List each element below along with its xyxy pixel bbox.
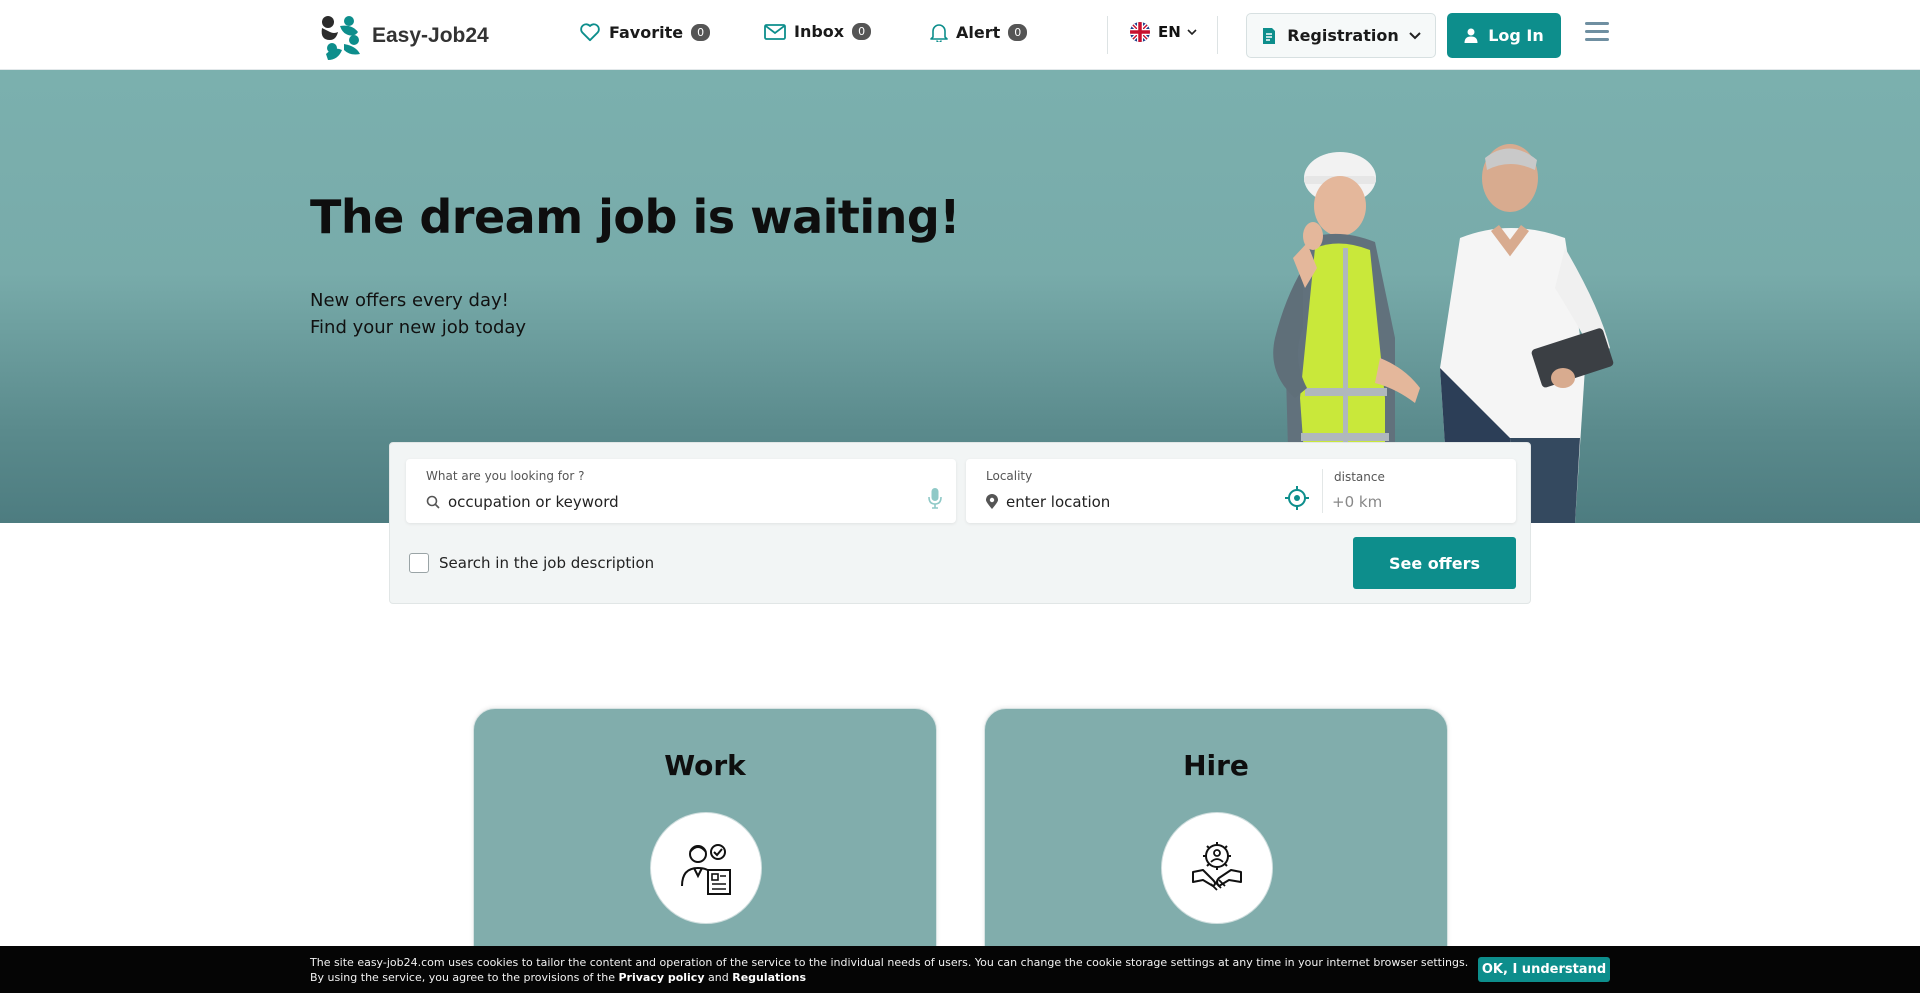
geolocate-crosshair-icon[interactable] — [1284, 485, 1310, 511]
nav-alert[interactable]: Alert 0 — [930, 22, 1028, 42]
login-label: Log In — [1488, 26, 1544, 45]
brand-name: Easy-Job24 — [372, 24, 489, 47]
cookie-accept-button[interactable]: OK, I understand — [1478, 957, 1610, 982]
job-description-checkbox-label: Search in the job description — [439, 554, 655, 572]
cookie-consent-text: The site easy-job24.com uses cookies to … — [310, 956, 1469, 984]
keyword-search-field[interactable]: What are you looking for ? occupation or… — [406, 459, 956, 523]
distance-input[interactable]: +0 km — [1332, 493, 1382, 511]
nav-inbox-label: Inbox — [794, 22, 845, 41]
location-input[interactable]: enter location — [1006, 493, 1110, 511]
location-pin-icon — [986, 494, 998, 509]
keyword-input[interactable]: occupation or keyword — [448, 493, 619, 511]
distance-label: distance — [1334, 470, 1385, 484]
hero-title: The dream job is waiting! — [310, 190, 960, 244]
registration-doc-icon — [1263, 27, 1276, 44]
envelope-icon — [764, 23, 786, 40]
logo-icon — [321, 16, 360, 60]
keyword-field-label: What are you looking for ? — [426, 469, 585, 483]
see-offers-button[interactable]: See offers — [1353, 537, 1516, 589]
alert-count-badge: 0 — [1008, 23, 1028, 41]
nav-favorite-label: Favorite — [609, 22, 684, 42]
regulations-link[interactable]: Regulations — [732, 971, 806, 984]
chevron-down-icon — [1187, 29, 1197, 35]
registration-label: Registration — [1287, 26, 1399, 45]
job-description-checkbox[interactable] — [409, 553, 429, 573]
job-search-panel: What are you looking for ? occupation or… — [389, 442, 1531, 604]
work-card-title: Work — [664, 749, 746, 782]
uk-flag-icon — [1130, 22, 1150, 42]
hero-subtitle-line2: Find your new job today — [310, 317, 527, 338]
microphone-icon[interactable] — [928, 487, 942, 509]
search-icon — [426, 495, 440, 509]
login-button[interactable]: Log In — [1447, 13, 1561, 58]
nav-alert-label: Alert — [956, 22, 1001, 42]
privacy-policy-link[interactable]: Privacy policy — [618, 971, 704, 984]
brand-logo[interactable]: Easy-Job24 — [316, 10, 489, 62]
language-code: EN — [1158, 23, 1181, 41]
divider — [1107, 16, 1108, 54]
hire-card-title: Hire — [1183, 749, 1249, 782]
inbox-count-badge: 0 — [852, 23, 872, 40]
handshake-team-icon — [1192, 842, 1242, 891]
locality-field-label: Locality — [986, 469, 1033, 483]
language-selector[interactable]: EN — [1130, 22, 1197, 42]
bell-icon — [930, 24, 948, 42]
cookie-consent-bar: The site easy-job24.com uses cookies to … — [0, 946, 1920, 993]
favorite-count-badge: 0 — [691, 23, 711, 41]
divider — [1322, 469, 1323, 513]
location-search-field[interactable]: Locality enter location distance +0 km — [966, 459, 1516, 523]
chevron-down-icon — [1409, 31, 1421, 39]
divider — [1217, 16, 1218, 54]
menu-hamburger-icon[interactable] — [1585, 22, 1609, 44]
user-icon — [1464, 28, 1478, 43]
nav-inbox[interactable]: Inbox 0 — [764, 22, 872, 41]
hero-subtitle-line1: New offers every day! — [310, 290, 509, 311]
heart-icon — [580, 23, 600, 42]
worker-resume-icon — [681, 844, 731, 895]
site-header: Easy-Job24 Favorite 0 Inbox 0 Alert 0 EN… — [0, 0, 1920, 70]
nav-favorite[interactable]: Favorite 0 — [579, 22, 711, 42]
job-description-checkbox-row[interactable]: Search in the job description — [409, 553, 654, 573]
registration-button[interactable]: Registration — [1246, 13, 1436, 58]
